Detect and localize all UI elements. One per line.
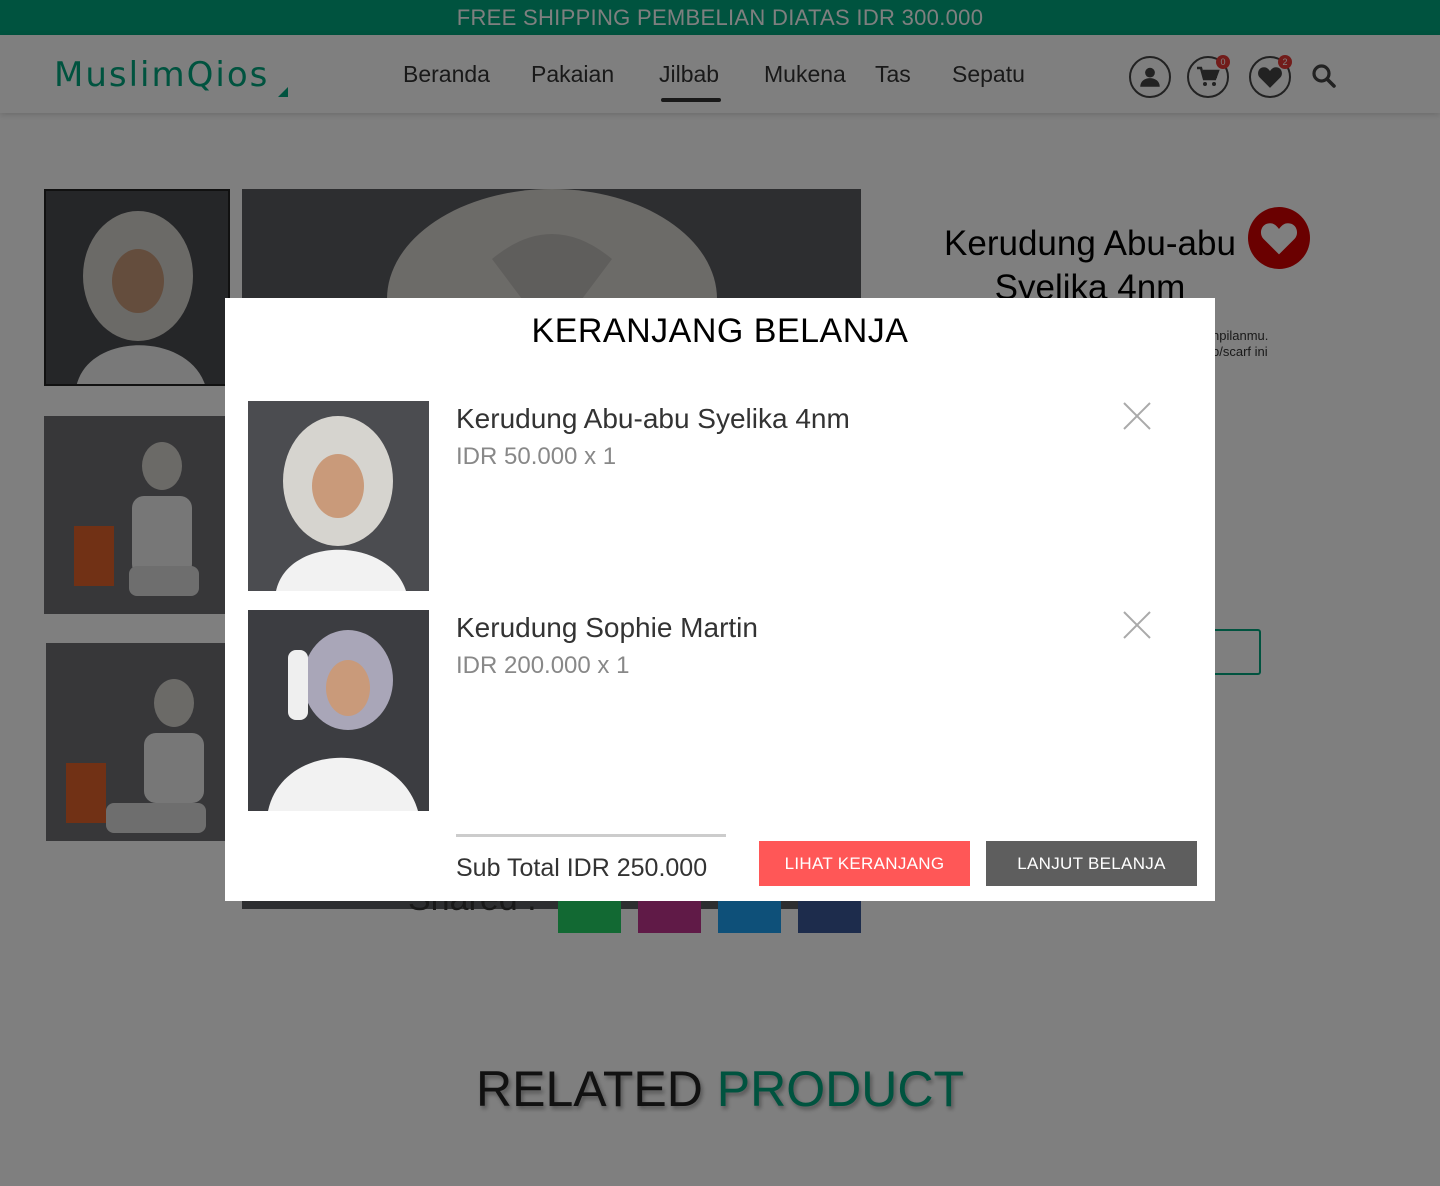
cart-item: Kerudung Abu-abu Syelika 4nm IDR 50.000 … — [248, 401, 1188, 591]
cart-item-image — [248, 610, 429, 811]
cart-item-price: IDR 50.000 x 1 — [456, 443, 617, 470]
subtotal-divider — [456, 834, 726, 837]
remove-item-close-icon[interactable] — [1122, 401, 1152, 431]
cart-item-name: Kerudung Abu-abu Syelika 4nm — [456, 403, 850, 434]
cart-item-image — [248, 401, 429, 591]
subtotal: Sub Total IDR 250.000 — [456, 854, 708, 882]
view-cart-button[interactable]: LIHAT KERANJANG — [759, 841, 970, 886]
cart-item: Kerudung Sophie Martin IDR 200.000 x 1 — [248, 610, 1188, 811]
cart-item-price: IDR 200.000 x 1 — [456, 652, 630, 679]
continue-shopping-button[interactable]: LANJUT BELANJA — [986, 841, 1197, 886]
cart-modal-title: KERANJANG BELANJA — [531, 312, 909, 350]
cart-modal: KERANJANG BELANJA Kerudung Abu-abu Syeli… — [225, 298, 1215, 901]
remove-item-close-icon[interactable] — [1122, 610, 1152, 640]
cart-item-name: Kerudung Sophie Martin — [456, 612, 758, 643]
